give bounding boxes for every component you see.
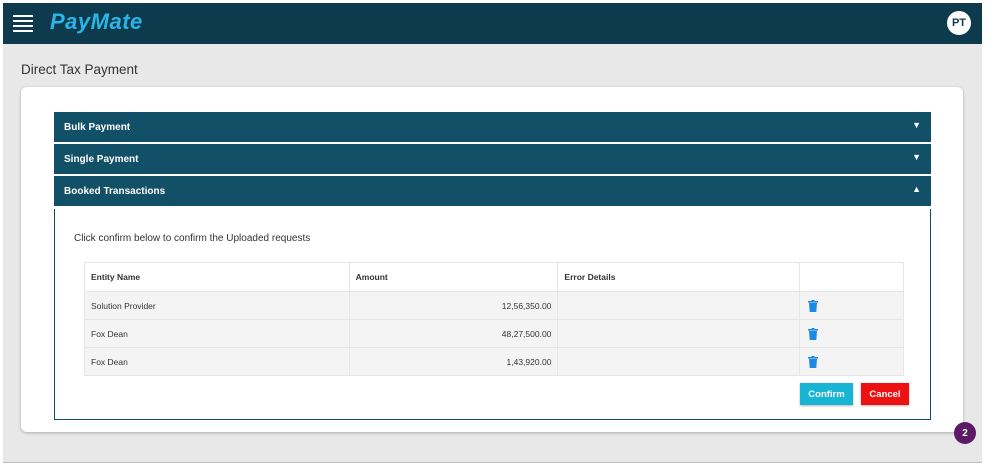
amount-cell: 48,27,500.00 bbox=[348, 319, 559, 348]
accordion-bulk-payment[interactable]: Bulk Payment ▼ bbox=[54, 112, 931, 142]
error-details-cell bbox=[557, 291, 801, 320]
column-header: Amount bbox=[348, 262, 559, 292]
accordion-label: Booked Transactions bbox=[64, 186, 166, 197]
accordion-booked-transactions[interactable]: Booked Transactions ▲ bbox=[54, 176, 931, 206]
delete-cell bbox=[799, 347, 904, 376]
booked-transactions-panel: Click confirm below to confirm the Uploa… bbox=[54, 209, 931, 420]
user-avatar[interactable]: PT bbox=[947, 11, 971, 35]
chevron-up-icon: ▲ bbox=[912, 184, 921, 194]
error-details-cell bbox=[557, 347, 801, 376]
accordion-label: Single Payment bbox=[64, 154, 139, 165]
entity-name-cell: Fox Dean bbox=[84, 319, 350, 348]
table-row: Fox Dean 1,43,920.00 bbox=[84, 347, 904, 376]
instruction-text: Click confirm below to confirm the Uploa… bbox=[74, 233, 311, 244]
payment-card: Bulk Payment ▼ Single Payment ▼ Booked T… bbox=[21, 87, 963, 432]
chevron-down-icon: ▼ bbox=[912, 152, 921, 162]
trash-icon[interactable] bbox=[808, 355, 819, 368]
table-row: Fox Dean 48,27,500.00 bbox=[84, 319, 904, 348]
column-header: Error Details bbox=[557, 262, 801, 292]
amount-cell: 1,43,920.00 bbox=[348, 347, 559, 376]
table-row: Solution Provider 12,56,350.00 bbox=[84, 291, 904, 320]
transactions-table: Entity Name Amount Error Details Solutio… bbox=[84, 262, 904, 376]
hamburger-menu-icon[interactable] bbox=[13, 15, 33, 32]
entity-name-cell: Fox Dean bbox=[84, 347, 350, 376]
top-bar: PayMate PT bbox=[3, 3, 982, 44]
divider bbox=[3, 462, 982, 463]
column-header bbox=[799, 262, 904, 292]
column-header: Entity Name bbox=[84, 262, 350, 292]
page-title: Direct Tax Payment bbox=[21, 62, 138, 77]
delete-cell bbox=[799, 291, 904, 320]
trash-icon[interactable] bbox=[808, 327, 819, 340]
amount-cell: 12,56,350.00 bbox=[348, 291, 559, 320]
delete-cell bbox=[799, 319, 904, 348]
table-header-row: Entity Name Amount Error Details bbox=[84, 262, 904, 292]
confirm-button[interactable]: Confirm bbox=[800, 383, 853, 405]
cancel-button[interactable]: Cancel bbox=[861, 383, 909, 405]
chevron-down-icon: ▼ bbox=[912, 120, 921, 130]
error-details-cell bbox=[557, 319, 801, 348]
app-window: PayMate PT Direct Tax Payment Bulk Payme… bbox=[3, 3, 982, 463]
accordion-single-payment[interactable]: Single Payment ▼ bbox=[54, 144, 931, 174]
app-logo: PayMate bbox=[50, 9, 143, 34]
notification-badge[interactable]: 2 bbox=[954, 422, 976, 444]
accordion-label: Bulk Payment bbox=[64, 122, 131, 133]
trash-icon[interactable] bbox=[808, 299, 819, 312]
entity-name-cell: Solution Provider bbox=[84, 291, 350, 320]
